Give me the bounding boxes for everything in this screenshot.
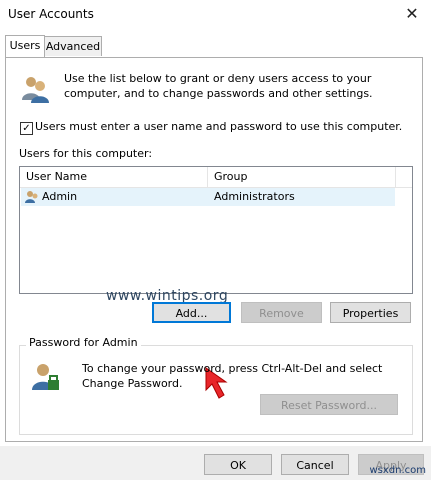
reset-password-button[interactable]: Reset Password...: [260, 394, 398, 415]
tab-advanced-label: Advanced: [45, 40, 101, 53]
users-list-label: Users for this computer:: [19, 147, 153, 160]
users-tab-panel: Use the list below to grant or deny user…: [5, 57, 423, 442]
cell-user: Admin: [42, 190, 78, 203]
users-listview[interactable]: User Name Group Admin Administrators: [19, 166, 413, 294]
tab-users[interactable]: Users: [5, 35, 45, 57]
listview-header: User Name Group: [20, 167, 412, 188]
table-row[interactable]: Admin Administrators: [21, 188, 395, 206]
cancel-button[interactable]: Cancel: [281, 454, 349, 475]
password-group-text: To change your password, press Ctrl-Alt-…: [82, 362, 383, 390]
cell-group: Administrators: [214, 190, 295, 203]
password-group-title: Password for Admin: [26, 336, 141, 349]
tab-advanced[interactable]: Advanced: [44, 36, 102, 56]
add-button[interactable]: Add...: [152, 302, 231, 323]
tab-users-label: Users: [9, 39, 41, 52]
properties-button[interactable]: Properties: [330, 302, 411, 323]
ok-button[interactable]: OK: [204, 454, 272, 475]
tab-strip: Users Advanced: [0, 35, 431, 58]
column-group[interactable]: Group: [208, 167, 396, 187]
dialog-footer: OK Cancel Apply wsxdn.com: [0, 446, 431, 480]
require-login-label[interactable]: Users must enter a user name and passwor…: [35, 120, 402, 133]
window-title: User Accounts: [8, 7, 94, 21]
title-bar: User Accounts ✕: [0, 0, 431, 30]
remove-button[interactable]: Remove: [241, 302, 322, 323]
corner-watermark: wsxdn.com: [369, 465, 426, 476]
users-group-icon: [22, 77, 49, 103]
user-icon: [25, 191, 38, 203]
close-icon[interactable]: ✕: [401, 4, 423, 24]
column-user-name[interactable]: User Name: [20, 167, 208, 187]
intro-text: Use the list below to grant or deny user…: [64, 72, 373, 100]
user-password-icon: [32, 364, 59, 390]
require-login-checkbox[interactable]: ✓: [20, 122, 33, 135]
